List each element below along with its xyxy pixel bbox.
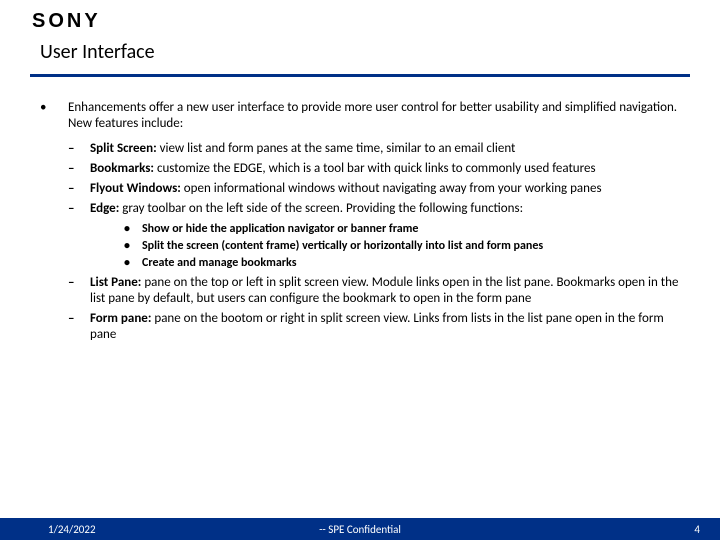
bullet-mark: • xyxy=(124,222,142,237)
feature-label: Flyout Windows: xyxy=(90,181,181,196)
title-divider xyxy=(30,74,690,77)
feature-flyout-windows: – Flyout Windows: open informational win… xyxy=(68,181,690,197)
feature-list: – Split Screen: view list and form panes… xyxy=(68,141,690,344)
feature-label: Split Screen: xyxy=(90,141,157,156)
slide: SONY User Interface • Enhancements offer… xyxy=(0,0,720,540)
dash-mark: – xyxy=(68,161,90,177)
bullet-mark: • xyxy=(124,239,142,254)
slide-title: User Interface xyxy=(40,40,155,64)
edge-func-text: Show or hide the application navigator o… xyxy=(142,222,690,237)
edge-functions: • Show or hide the application navigator… xyxy=(124,222,690,271)
sony-logo: SONY xyxy=(32,10,101,33)
intro-text: Enhancements offer a new user interface … xyxy=(68,100,690,133)
feature-form-pane: – Form pane: pane on the bootom or right… xyxy=(68,311,690,344)
footer-page-number: 4 xyxy=(694,523,700,536)
slide-content: • Enhancements offer a new user interfac… xyxy=(40,100,690,348)
bullet-mark: • xyxy=(124,256,142,271)
feature-desc: pane on the bootom or right in split scr… xyxy=(90,311,664,342)
feature-desc: open informational windows without navig… xyxy=(181,181,602,196)
slide-footer: 1/24/2022 -- SPE Confidential 4 xyxy=(0,518,720,540)
footer-confidential: -- SPE Confidential xyxy=(0,523,720,536)
feature-bookmarks: – Bookmarks: customize the EDGE, which i… xyxy=(68,161,690,177)
bullet-mark: • xyxy=(40,100,68,133)
feature-list-pane: – List Pane: pane on the top or left in … xyxy=(68,275,690,308)
feature-label: Edge: xyxy=(90,201,119,216)
feature-desc: customize the EDGE, which is a tool bar … xyxy=(154,161,596,176)
dash-mark: – xyxy=(68,275,90,308)
feature-edge: – Edge: gray toolbar on the left side of… xyxy=(68,201,690,217)
intro-bullet: • Enhancements offer a new user interfac… xyxy=(40,100,690,133)
feature-desc: view list and form panes at the same tim… xyxy=(157,141,516,156)
feature-desc: pane on the top or left in split screen … xyxy=(90,275,678,306)
feature-label: List Pane: xyxy=(90,275,141,290)
dash-mark: – xyxy=(68,311,90,344)
feature-split-screen: – Split Screen: view list and form panes… xyxy=(68,141,690,157)
edge-func-text: Create and manage bookmarks xyxy=(142,256,690,271)
dash-mark: – xyxy=(68,141,90,157)
edge-func-split: • Split the screen (content frame) verti… xyxy=(124,239,690,254)
edge-func-show-hide: • Show or hide the application navigator… xyxy=(124,222,690,237)
feature-desc: gray toolbar on the left side of the scr… xyxy=(119,201,523,216)
feature-label: Bookmarks: xyxy=(90,161,154,176)
edge-func-bookmarks: • Create and manage bookmarks xyxy=(124,256,690,271)
dash-mark: – xyxy=(68,201,90,217)
edge-func-text: Split the screen (content frame) vertica… xyxy=(142,239,690,254)
feature-label: Form pane: xyxy=(90,311,151,326)
dash-mark: – xyxy=(68,181,90,197)
